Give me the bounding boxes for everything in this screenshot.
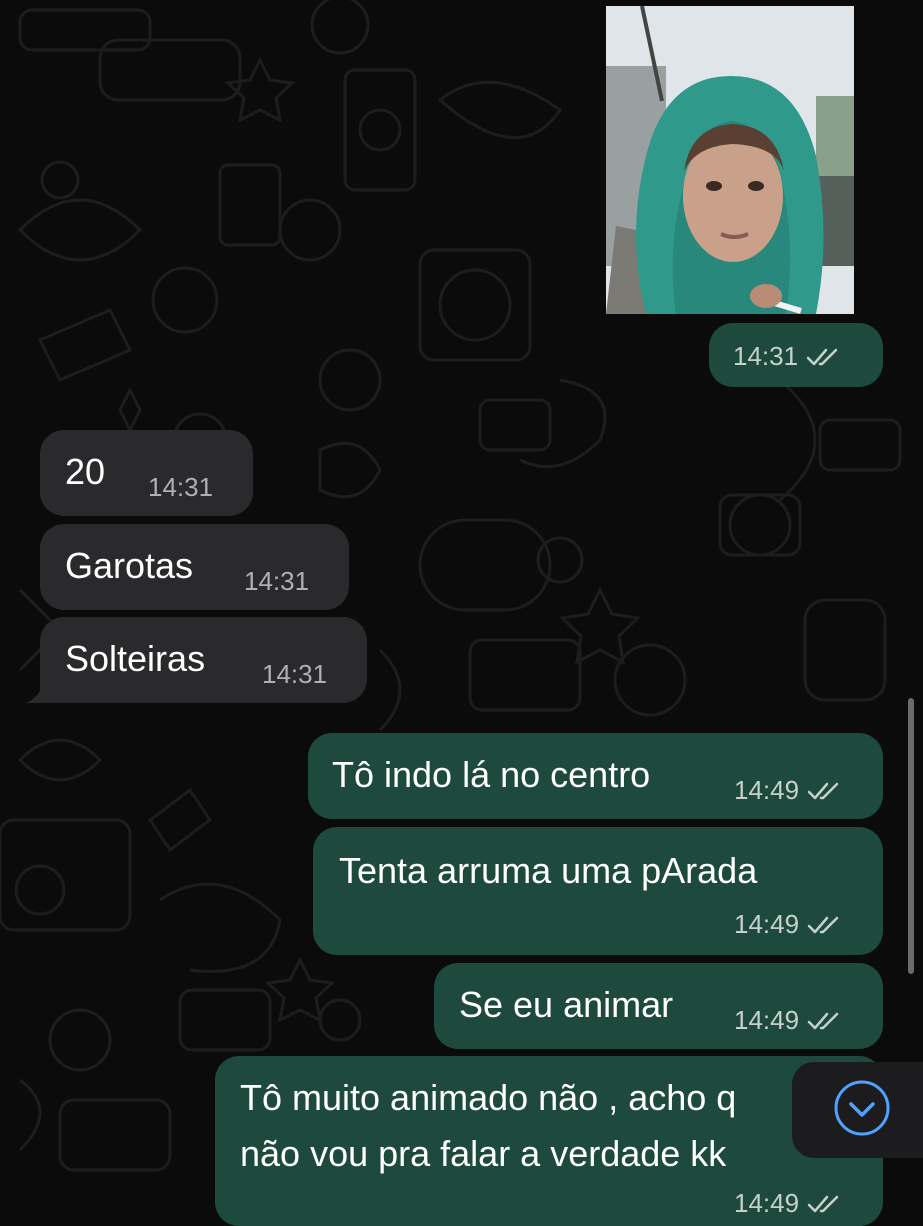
image-message[interactable] (606, 6, 854, 314)
outgoing-message-bubble[interactable]: Tô indo lá no centro 14:49 (308, 733, 883, 819)
message-text: Garotas (65, 545, 194, 586)
message-text: 20 (65, 451, 106, 492)
photo-thumbnail (606, 6, 854, 314)
message-meta: 14:49 (734, 1005, 841, 1036)
message-text-line-2: não vou pra falar a verdade kk (240, 1133, 727, 1174)
message-time: 14:31 (733, 341, 799, 371)
incoming-message-bubble[interactable]: Solteiras 14:31 (40, 617, 367, 703)
message-time: 14:31 (244, 566, 310, 596)
double-check-icon (806, 347, 840, 367)
bubble-tail (26, 678, 54, 703)
message-meta: 14:31 (733, 341, 840, 372)
message-text: Tenta arruma uma pArada (339, 850, 758, 891)
scrollbar-thumb[interactable] (908, 698, 914, 974)
message-meta: 14:49 (734, 909, 841, 940)
outgoing-message-bubble[interactable]: 14:31 (709, 323, 883, 387)
scroll-to-bottom-button[interactable] (792, 1062, 923, 1158)
message-text: Tô indo lá no centro (332, 754, 651, 795)
outgoing-message-bubble[interactable]: Tenta arruma uma pArada 14:49 (313, 827, 883, 955)
outgoing-message-bubble[interactable]: Tô muito animado não , acho q não vou pr… (215, 1056, 883, 1226)
double-check-icon (807, 915, 841, 935)
message-text-line-1: Tô muito animado não , acho q (240, 1077, 737, 1118)
incoming-message-bubble[interactable]: Garotas 14:31 (40, 524, 349, 610)
chevron-down-circle-icon (833, 1079, 891, 1142)
message-time: 14:31 (148, 472, 214, 502)
message-time: 14:49 (734, 1188, 800, 1218)
message-time: 14:49 (734, 775, 800, 805)
message-text: Se eu animar (459, 984, 674, 1025)
message-meta: 14:49 (734, 1188, 841, 1219)
message-text: Solteiras (65, 638, 206, 679)
double-check-icon (807, 781, 841, 801)
outgoing-message-bubble[interactable]: Se eu animar 14:49 (434, 963, 883, 1049)
message-meta: 14:49 (734, 775, 841, 806)
message-time: 14:49 (734, 909, 800, 939)
message-time: 14:49 (734, 1005, 800, 1035)
incoming-message-bubble[interactable]: 20 14:31 (40, 430, 253, 516)
double-check-icon (807, 1011, 841, 1031)
double-check-icon (807, 1194, 841, 1214)
message-time: 14:31 (262, 659, 328, 689)
